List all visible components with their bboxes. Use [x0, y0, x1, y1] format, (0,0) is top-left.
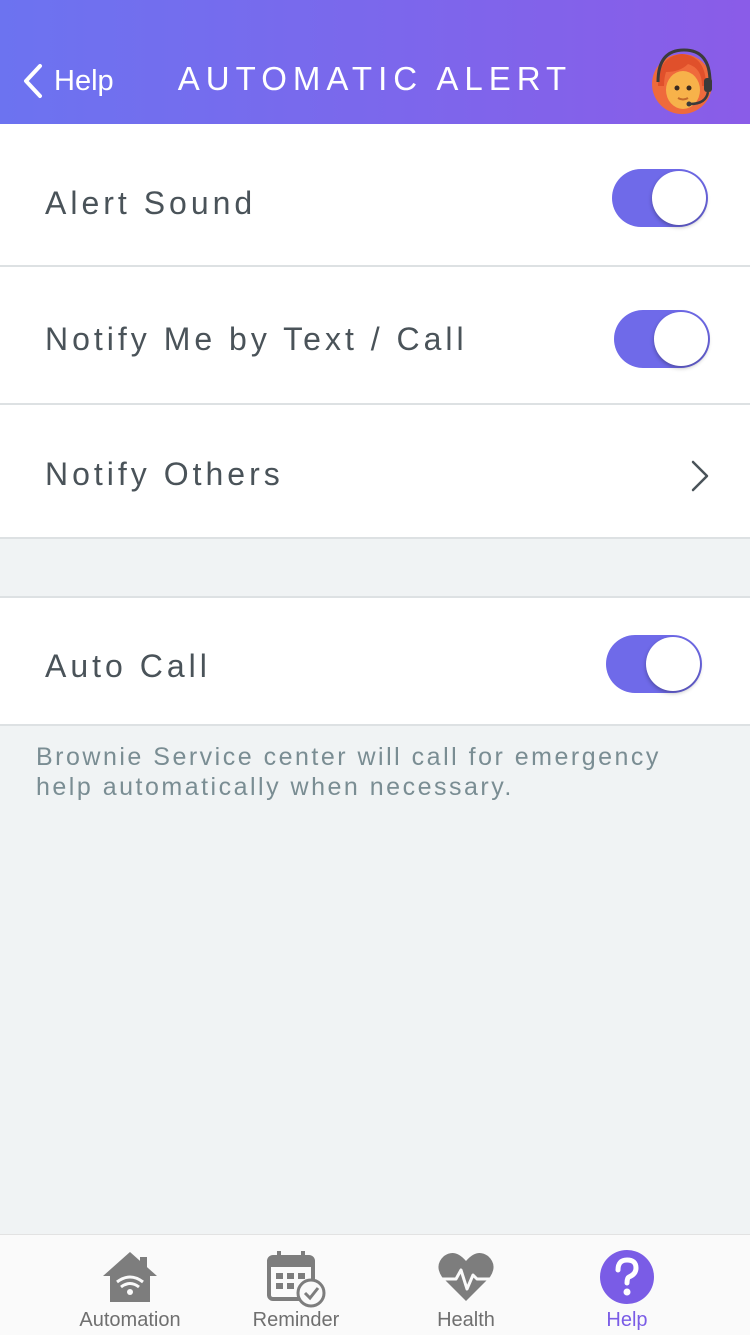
notify-me-toggle[interactable] — [614, 310, 710, 368]
tab-reminder[interactable]: Reminder — [206, 1235, 386, 1335]
auto-call-toggle[interactable] — [606, 635, 702, 693]
calendar-check-icon — [267, 1251, 326, 1308]
tab-automation-label: Automation — [79, 1309, 181, 1331]
tab-automation[interactable]: Automation — [40, 1235, 220, 1335]
tab-reminder-label: Reminder — [252, 1309, 340, 1331]
auto-call-row: Auto Call — [0, 596, 750, 726]
question-circle-icon — [600, 1250, 654, 1304]
tab-health-label: Health — [437, 1309, 495, 1331]
support-agent-avatar-icon[interactable] — [644, 42, 720, 118]
chevron-right-icon — [691, 460, 709, 492]
nav-header: Help AUTOMATIC ALERT — [0, 0, 750, 124]
tab-help[interactable]: Help — [537, 1235, 717, 1335]
tab-help-label: Help — [606, 1309, 648, 1331]
notify-others-row[interactable]: Notify Others — [0, 405, 750, 539]
notify-others-label: Notify Others — [45, 456, 284, 492]
smart-home-icon — [103, 1252, 157, 1302]
auto-call-description: Brownie Service center will call for eme… — [36, 743, 661, 801]
toggle-knob — [646, 637, 700, 691]
auto-call-label: Auto Call — [45, 648, 211, 684]
tab-health[interactable]: Health — [376, 1235, 556, 1335]
notify-me-row: Notify Me by Text / Call — [0, 267, 750, 405]
notify-me-label: Notify Me by Text / Call — [45, 321, 468, 357]
toggle-knob — [654, 312, 708, 366]
bottom-tab-bar: Automation Reminder Health Help — [0, 1234, 750, 1335]
toggle-knob — [652, 171, 706, 225]
alert-sound-row: Alert Sound — [0, 124, 750, 267]
alert-sound-toggle[interactable] — [612, 169, 708, 227]
heart-pulse-icon — [438, 1252, 494, 1301]
alert-sound-label: Alert Sound — [45, 185, 257, 221]
page-title: AUTOMATIC ALERT — [177, 60, 573, 97]
